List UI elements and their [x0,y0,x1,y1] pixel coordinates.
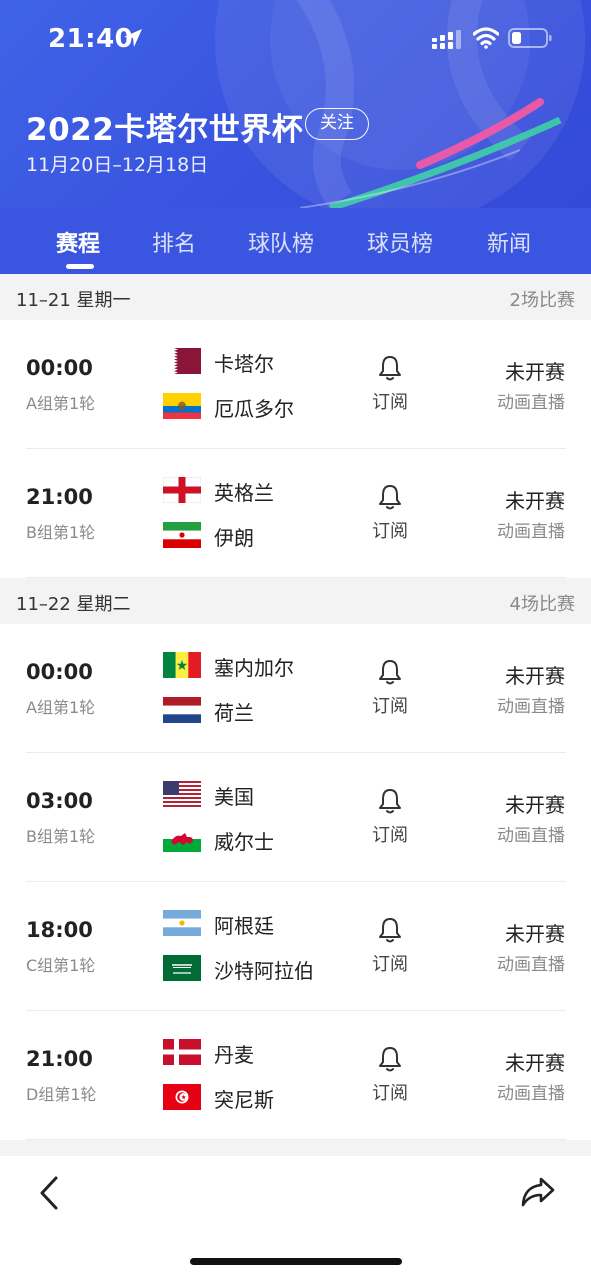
argentina-flag-icon [163,910,201,936]
saudi-arabia-flag-icon [163,955,201,981]
animated-live-link[interactable]: 动画直播 [497,1079,565,1104]
day-header: 11–22 星期二 4场比赛 [0,578,591,624]
match-group-round: C组第1轮 [26,956,96,975]
home-team-name: 丹麦 [214,1043,254,1067]
iran-flag-icon [163,522,201,548]
event-dates: 11月20日–12月18日 [26,154,209,176]
animated-live-link[interactable]: 动画直播 [497,950,565,975]
ecuador-flag-icon [163,393,201,419]
back-chevron-icon[interactable] [36,1175,66,1211]
event-title: 2022卡塔尔世界杯 [26,112,304,148]
wifi-icon [473,27,499,49]
event-header: 21:40 2022卡塔尔世界杯 关注 11月20日–12月18日 [0,0,591,208]
cellular-signal-icon [432,30,461,49]
away-team-name: 突尼斯 [214,1088,274,1112]
animated-live-link[interactable]: 动画直播 [497,388,565,413]
senegal-flag-icon [163,652,201,678]
bell-icon[interactable] [376,658,404,686]
away-team-name: 威尔士 [214,830,274,854]
match-time: 21:00 [26,1047,93,1071]
bell-icon[interactable] [376,787,404,815]
tab-team-stats[interactable]: 球队榜 [248,226,314,258]
match-status: 未开赛 [505,793,565,817]
match-row[interactable]: 21:00 B组第1轮 英格兰伊朗 订阅 未开赛动画直播 [0,449,591,578]
share-icon[interactable] [520,1175,556,1209]
tab-player-stats[interactable]: 球员榜 [367,226,433,258]
subscribe-button[interactable]: 订阅 [372,821,408,847]
bottom-toolbar [0,1156,591,1280]
list-separator [0,1140,591,1156]
match-status: 未开赛 [505,922,565,946]
away-team-name: 沙特阿拉伯 [214,959,314,983]
location-arrow-icon [124,29,142,47]
tab-ranking[interactable]: 排名 [152,226,196,258]
match-row[interactable]: 00:00 A组第1轮 塞内加尔荷兰 订阅 未开赛动画直播 [0,624,591,753]
match-row[interactable]: 00:00 A组第1轮 卡塔尔厄瓜多尔 订阅 未开赛动画直播 [0,320,591,449]
match-group-round: B组第1轮 [26,827,96,846]
status-time: 21:40 [48,24,134,54]
bell-icon[interactable] [376,1045,404,1073]
away-team-name: 厄瓜多尔 [214,397,294,421]
netherlands-flag-icon [163,697,201,723]
home-team-name: 美国 [214,785,254,809]
bell-icon[interactable] [376,916,404,944]
follow-button[interactable]: 关注 [305,108,369,140]
match-status: 未开赛 [505,360,565,384]
match-status: 未开赛 [505,489,565,513]
animated-live-link[interactable]: 动画直播 [497,692,565,717]
match-row[interactable]: 21:00 D组第1轮 丹麦突尼斯 订阅 未开赛动画直播 [0,1011,591,1140]
match-row[interactable]: 18:00 C组第1轮 阿根廷沙特阿拉伯 订阅 未开赛动画直播 [0,882,591,1011]
status-bar: 21:40 [0,0,591,80]
away-team-name: 伊朗 [214,526,254,550]
tab-news[interactable]: 新闻 [487,226,531,258]
battery-icon [508,28,552,48]
animated-live-link[interactable]: 动画直播 [497,517,565,542]
home-team-name: 英格兰 [214,481,274,505]
day-date: 11–22 星期二 [16,594,131,615]
match-group-round: B组第1轮 [26,523,96,542]
home-team-name: 阿根廷 [214,914,274,938]
wales-flag-icon [163,826,201,852]
away-team-name: 荷兰 [214,701,254,725]
subscribe-button[interactable]: 订阅 [372,1079,408,1105]
home-team-name: 卡塔尔 [214,352,274,376]
tab-bar: 赛程 排名 球队榜 球员榜 新闻 [0,208,591,274]
home-team-name: 塞内加尔 [214,656,294,680]
match-time: 00:00 [26,356,93,380]
match-row[interactable]: 03:00 B组第1轮 美国威尔士 订阅 未开赛动画直播 [0,753,591,882]
subscribe-button[interactable]: 订阅 [372,692,408,718]
denmark-flag-icon [163,1039,201,1065]
day-header: 11–21 星期一 2场比赛 [0,274,591,320]
tab-schedule[interactable]: 赛程 [56,226,100,258]
bell-icon[interactable] [376,483,404,511]
day-match-count: 4场比赛 [509,594,575,615]
tunisia-flag-icon [163,1084,201,1110]
day-match-count: 2场比赛 [509,290,575,311]
tab-active-indicator [66,264,94,269]
home-indicator [190,1258,402,1265]
match-time: 21:00 [26,485,93,509]
bell-icon[interactable] [376,354,404,382]
england-flag-icon [163,477,201,503]
match-group-round: A组第1轮 [26,394,96,413]
match-status: 未开赛 [505,664,565,688]
subscribe-button[interactable]: 订阅 [372,950,408,976]
subscribe-button[interactable]: 订阅 [372,517,408,543]
match-time: 03:00 [26,789,93,813]
usa-flag-icon [163,781,201,807]
subscribe-button[interactable]: 订阅 [372,388,408,414]
qatar-flag-icon [163,348,201,374]
match-group-round: A组第1轮 [26,698,96,717]
animated-live-link[interactable]: 动画直播 [497,821,565,846]
day-date: 11–21 星期一 [16,290,131,311]
match-time: 00:00 [26,660,93,684]
match-group-round: D组第1轮 [26,1085,97,1104]
match-time: 18:00 [26,918,93,942]
match-status: 未开赛 [505,1051,565,1075]
